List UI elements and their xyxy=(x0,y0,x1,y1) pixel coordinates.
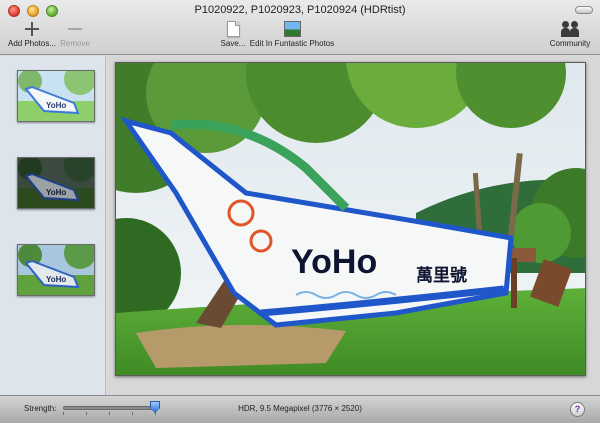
community-label: Community xyxy=(549,39,591,48)
svg-text:YoHo: YoHo xyxy=(46,188,66,197)
edit-label: Edit In Funtastic Photos xyxy=(249,39,335,48)
toolbar: P1020922, P1020923, P1020924 (HDRtist) A… xyxy=(0,0,600,55)
status-bar: Strength: HDR, 9.5 Megapixel (3776 × 252… xyxy=(0,395,600,423)
window-title: P1020922, P1020923, P1020924 (HDRtist) xyxy=(194,4,406,16)
add-photos-label: Add Photos... xyxy=(7,39,57,48)
remove-button[interactable]: Remove xyxy=(58,21,92,48)
source-photo-thumbnail-1[interactable]: YoHo xyxy=(17,70,95,122)
source-photos-sidebar: YoHo YoHo YoHo xyxy=(0,56,106,395)
source-photo-thumbnail-2[interactable]: YoHo xyxy=(17,157,95,209)
boat-text-cjk: 萬里號 xyxy=(416,265,467,286)
remove-label: Remove xyxy=(60,39,90,48)
edit-in-funtastic-photos-button[interactable]: Edit In Funtastic Photos xyxy=(247,21,337,48)
source-photo-thumbnail-3[interactable]: YoHo xyxy=(17,244,95,296)
boat-text-yoho: YoHo xyxy=(291,243,377,281)
svg-text:YoHo: YoHo xyxy=(46,275,66,284)
save-button[interactable]: Save... xyxy=(218,21,248,48)
add-photos-button[interactable]: Add Photos... xyxy=(4,21,60,48)
help-button[interactable]: ? xyxy=(570,402,585,417)
app-window: P1020922, P1020923, P1020924 (HDRtist) A… xyxy=(0,0,600,423)
document-icon xyxy=(226,21,240,37)
svg-text:YoHo: YoHo xyxy=(46,101,66,110)
image-info-text: HDR, 9.5 Megapixel (3776 × 2520) xyxy=(238,404,362,413)
people-icon xyxy=(560,21,580,37)
photo-icon xyxy=(283,21,301,37)
preview-area: YoHo 萬里號 xyxy=(107,56,600,395)
minus-icon xyxy=(67,21,83,37)
plus-icon xyxy=(24,21,40,37)
hdr-preview-image: YoHo 萬里號 xyxy=(115,62,586,376)
community-button[interactable]: Community xyxy=(544,21,596,48)
toolbar-toggle-button[interactable] xyxy=(575,6,593,14)
save-label: Save... xyxy=(220,39,246,48)
